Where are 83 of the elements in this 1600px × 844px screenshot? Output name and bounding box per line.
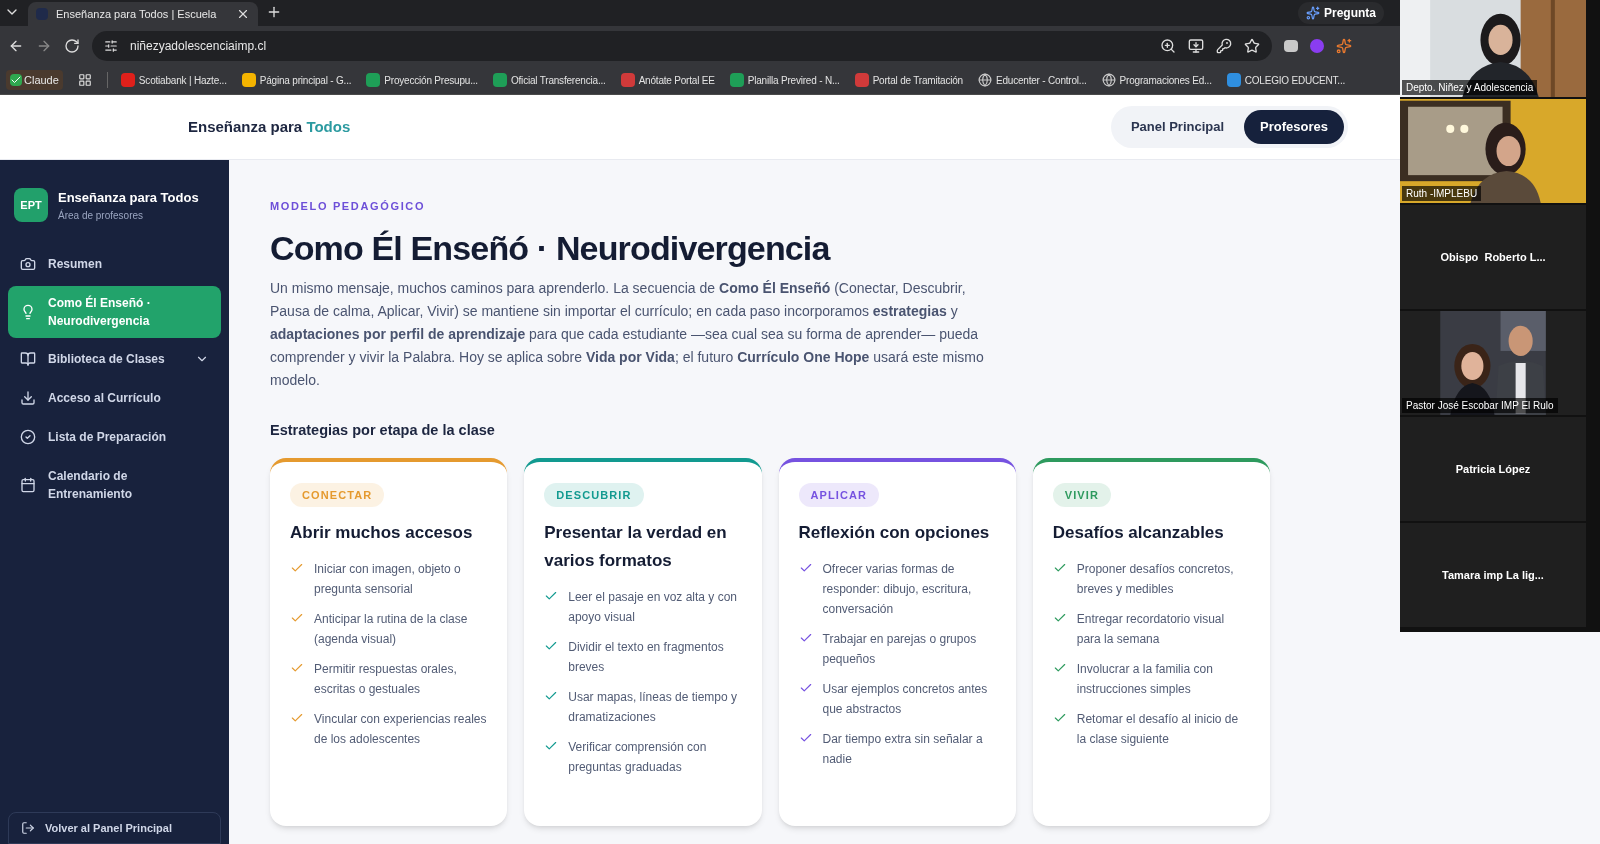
strategy-text: Proponer desafíos concretos, breves y medibles (1076, 561, 1235, 599)
camera-icon (20, 256, 36, 272)
key-icon[interactable] (1216, 38, 1232, 54)
participant-name: Pastor José Escobar IMP El Rulo (1402, 398, 1558, 413)
reload-icon[interactable] (64, 38, 80, 54)
back-to-panel-button[interactable]: Volver al Panel Principal (8, 812, 221, 844)
book-icon (20, 351, 36, 367)
intro-paragraph: Un mismo mensaje, muchos caminos para aprenderlo. La secuencia de Como Él Enseñó (Conectar, Descubrir, Pausa de calma, Aplicar, Vivir) se mantiene sin importar el currículo; en cada paso incorporamos estrategias y adaptaciones por perfil de aprendizaje para que cada estudiante —sea cual sea su forma de aprender— pueda comprender y vivir la Palabra. Hoy se aplica sobre Vida por Vida; el futuro Currículo One Hope usará este mismo modelo. (270, 279, 985, 390)
stage-tag: APLICAR (798, 482, 880, 508)
exit-icon (21, 821, 35, 835)
bookmark[interactable]: Página principal - G... (239, 72, 354, 88)
tab-title: Enseñanza para Todos | Escuela (56, 6, 218, 22)
logo: EPT (14, 188, 48, 223)
bookmark[interactable]: Portal de Tramitación (852, 72, 965, 88)
lightbulb-icon (20, 303, 36, 320)
eyebrow: MODELO PEDAGÓGICO (270, 199, 427, 214)
strategy-text: Dar tiempo extra sin señalar a nadie (822, 731, 984, 769)
bookmark[interactable]: Proyección Presupu... (364, 72, 480, 88)
new-tab-icon[interactable] (266, 4, 282, 20)
check-circle-icon (20, 429, 36, 445)
card-title: Reflexión con opciones (798, 522, 991, 545)
bookmark[interactable]: Claude (6, 69, 63, 91)
strategy-text: Iniciar con imagen, objeto o pregunta sensorial (314, 561, 462, 599)
sidebar-item[interactable]: Acceso al Currículo (8, 380, 221, 416)
bookmark[interactable]: Planilla Previred - N... (727, 72, 842, 88)
card-title: Abrir muchos accesos (290, 522, 474, 545)
extension-icon[interactable] (1336, 38, 1352, 54)
url-text: niñezyadolescenciaimp.cl (130, 38, 268, 55)
browser-tab[interactable]: Enseñanza para Todos | Escuela (28, 2, 258, 26)
sidebar-item[interactable]: Biblioteca de Clases (8, 341, 221, 377)
bookmark[interactable]: Oficial Transferencia... (490, 72, 608, 88)
back-icon[interactable] (8, 38, 24, 54)
card-title: Presentar la verdad en varios formatos (544, 522, 728, 573)
calendar-icon (20, 476, 36, 493)
participant-name: Depto. Niñez y Adolescencia (1402, 80, 1538, 95)
strategy-text: Ofrecer varias formas de responder: dibujo, escritura, conversación (822, 561, 973, 619)
stage-tag: VIVIR (1052, 482, 1111, 508)
address-bar[interactable]: niñezyadolescenciaimp.cl (92, 31, 1272, 61)
sidebar-subtitle: Área de profesores (58, 208, 145, 223)
participant-name: Patricia López (1455, 461, 1531, 477)
bookmark[interactable]: Programaciones Ed... (1099, 72, 1214, 88)
card-title: Desafíos alcanzables (1052, 522, 1225, 545)
strategy-text: Permitir respuestas orales, escritas o gestuales (314, 661, 458, 699)
page-title: Como Él Enseñó · Neurodivergencia (270, 227, 832, 269)
strategy-text: Verificar comprensión con preguntas graduadas (568, 739, 708, 777)
bookmark[interactable]: COLEGIO EDUCENT... (1224, 72, 1348, 88)
ask-button[interactable]: Pregunta (1298, 2, 1384, 24)
install-icon[interactable] (1188, 38, 1204, 54)
participant-name: Obispo Roberto L... (1440, 249, 1546, 265)
participant-name: Ruth -IMPLEBU (1402, 186, 1482, 201)
apps-icon[interactable] (77, 73, 92, 87)
bookmark[interactable]: Anótate Portal EE (618, 72, 717, 88)
stage-tag: CONECTAR (290, 482, 385, 508)
stage-tag: DESCUBRIR (544, 482, 644, 508)
strategy-text: Entregar recordatorio visual para la semana (1076, 611, 1226, 649)
strategy-text: Anticipar la rutina de la clase (agenda visual) (314, 611, 469, 649)
strategy-text: Trabajar en parejas o grupos pequeños (822, 631, 978, 669)
strategy-text: Vincular con experiencias reales de los adolescentes (314, 711, 488, 749)
strategy-text: Retomar el desafío al inicio de la clase siguiente (1076, 711, 1240, 749)
strategy-text: Usar ejemplos concretos antes que abstractos (822, 681, 989, 719)
sidebar-item[interactable]: Lista de Preparación (8, 419, 221, 455)
close-icon[interactable] (236, 7, 250, 21)
zoom-icon[interactable] (1160, 38, 1176, 54)
strategy-text: Leer el pasaje en voz alta y con apoyo visual (568, 589, 739, 627)
sidebar-item[interactable]: Resumen (8, 246, 221, 282)
download-icon (20, 390, 36, 406)
participant-name: Tamara imp La lig... (1442, 567, 1544, 583)
bookmark[interactable]: Educenter - Control... (975, 72, 1089, 88)
sidebar-item[interactable]: Calendario de Entrenamiento (8, 458, 221, 511)
strategy-text: Involucrar a la familia con instrucciones simples (1076, 661, 1214, 699)
site-info-icon[interactable] (104, 39, 118, 53)
sparkle-icon (1306, 6, 1320, 20)
site-brand[interactable]: Enseñanza para Todos (188, 115, 351, 139)
bookmark-star-icon[interactable] (1244, 38, 1260, 54)
bookmark[interactable]: Scotiabank | Hazte... (118, 72, 229, 88)
strategy-text: Dividir el texto en fragmentos breves (568, 639, 725, 677)
nav-tab[interactable]: Profesores (1244, 110, 1344, 144)
forward-icon[interactable] (36, 38, 52, 54)
nav-tab[interactable]: Panel Principal (1114, 110, 1241, 144)
strategy-text: Usar mapas, líneas de tiempo y dramatizaciones (568, 689, 738, 727)
section-title: Estrategias por etapa de la clase (270, 421, 496, 440)
sidebar-title: Enseñanza para Todos (58, 189, 199, 207)
extension-icon[interactable] (1284, 40, 1298, 52)
